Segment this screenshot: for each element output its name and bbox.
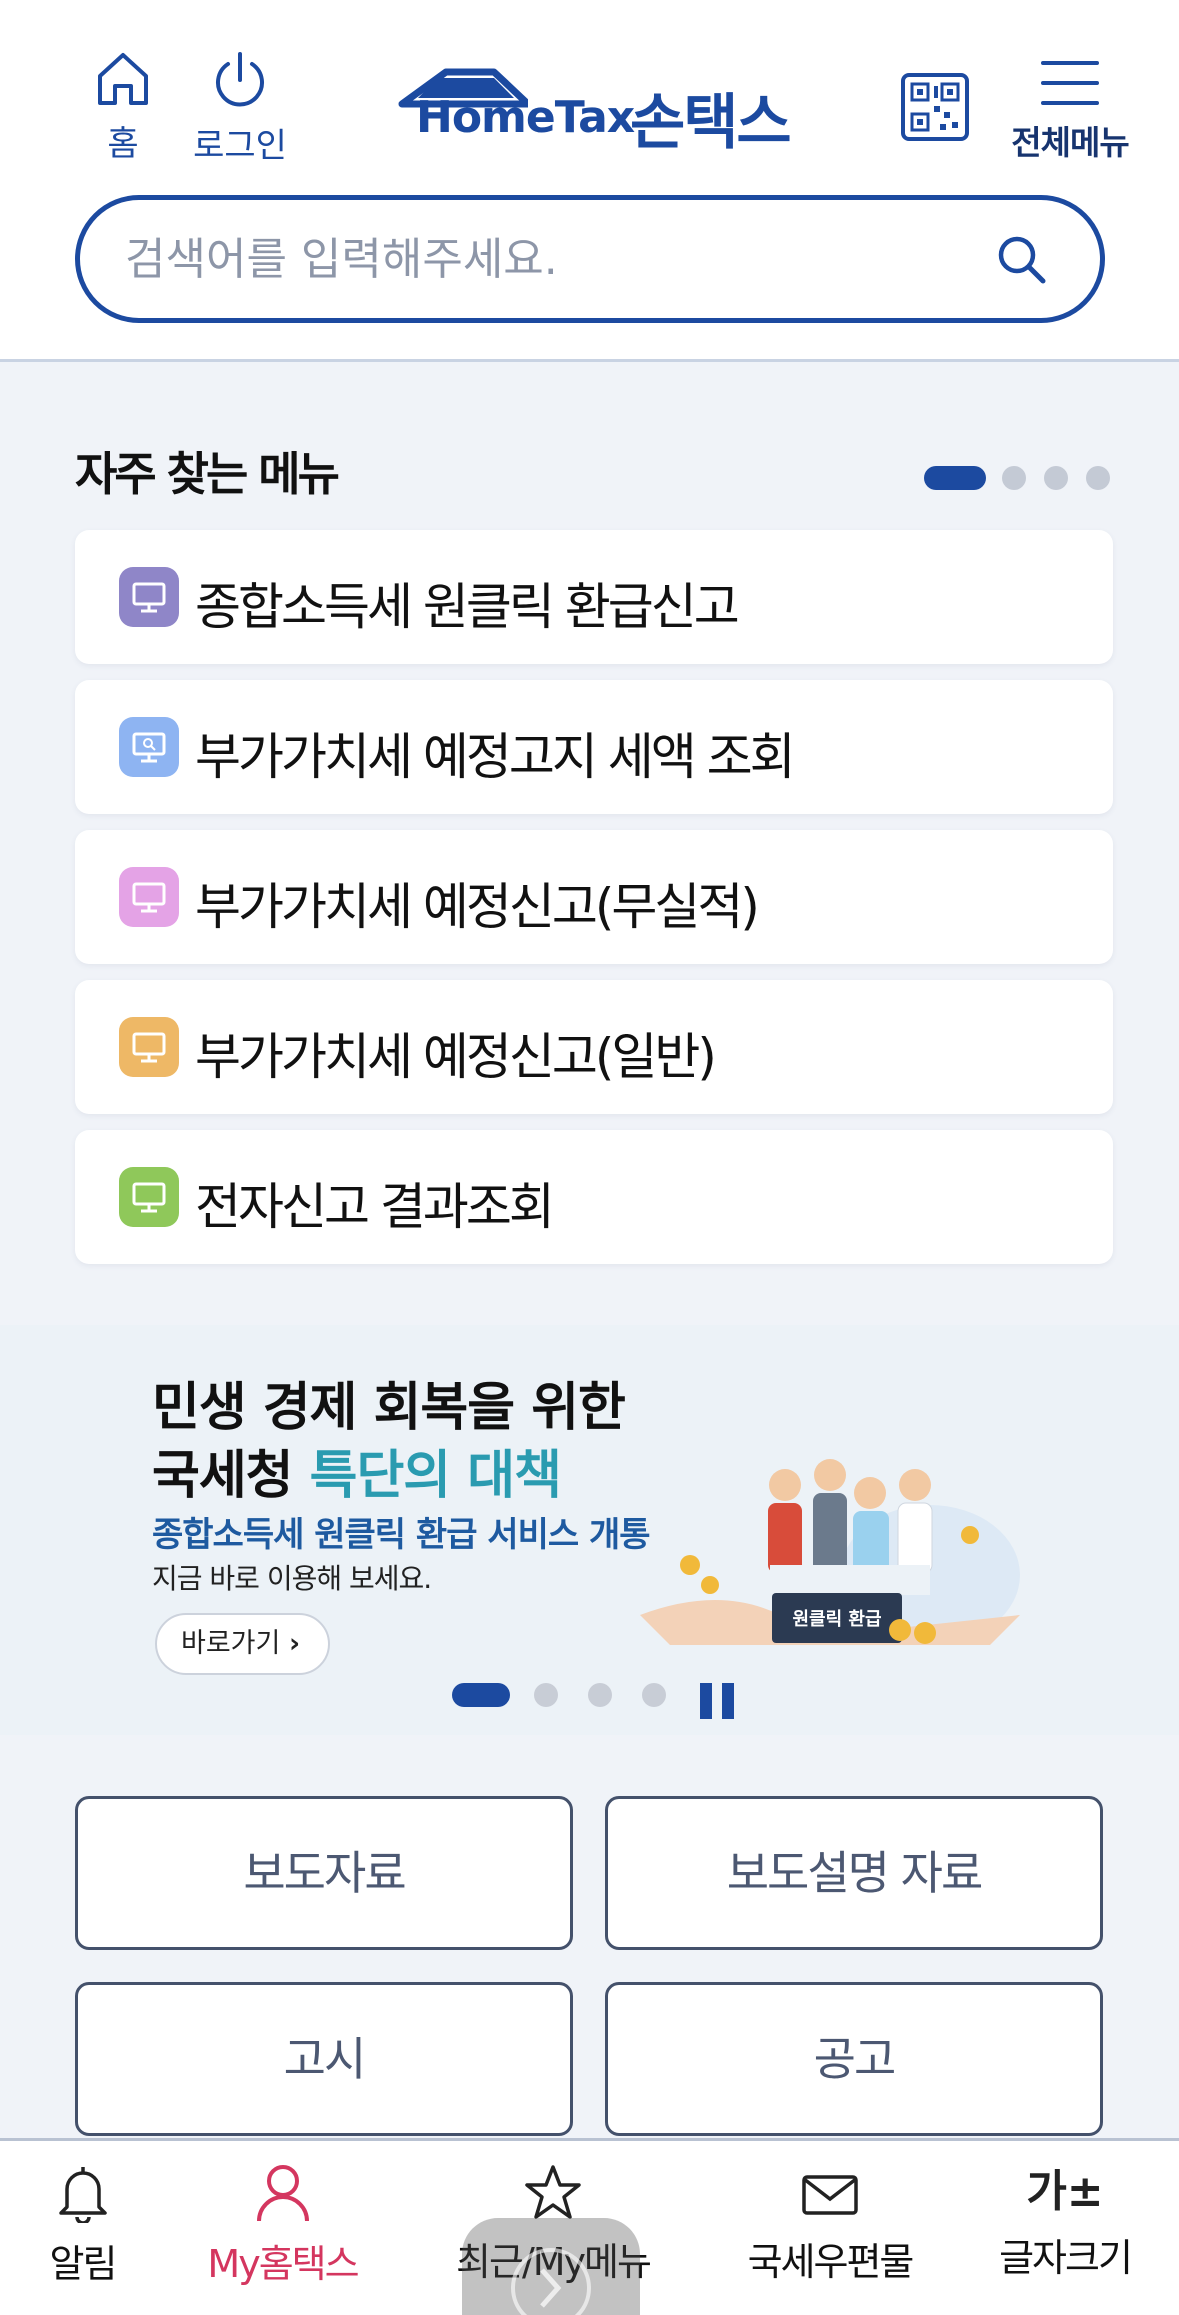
menu-item-income-tax-refund[interactable]: 종합소득세 원클릭 환급신고 [75,530,1113,664]
login-button[interactable]: 로그인 [190,50,290,167]
logo-subtext: 손택스 [630,88,792,158]
promo-banner[interactable]: 민생 경제 회복을 위한 국세청 특단의 대책 종합소득세 원클릭 환급 서비스… [0,1325,1179,1735]
search-bar[interactable] [75,195,1105,323]
frequent-menu-pager [924,466,1114,490]
menu-item-e-filing-result[interactable]: 전자신고 결과조회 [75,1130,1113,1264]
menu-item-label: 부가가치세 예정신고(무실적) [195,878,760,936]
banner-subtitle: 종합소득세 원클릭 환급 서비스 개통 [152,1515,651,1555]
pager-dot[interactable] [588,1683,612,1707]
monitor-icon [119,567,179,627]
banner-headline-2a: 국세청 [152,1446,310,1506]
pager-dot[interactable] [534,1683,558,1707]
home-icon [98,53,148,105]
font-size-icon: 가± [1026,2166,1104,2217]
star-icon [525,2165,581,2219]
press-explanation-button[interactable]: 보도설명 자료 [605,1796,1103,1950]
pager-dot[interactable] [1086,466,1110,490]
pause-icon[interactable] [698,1683,738,1719]
hometax-logo[interactable]: HomeTax 손택스 [398,62,798,158]
nav-item-notifications[interactable]: 알림 [30,2163,135,2288]
menu-item-label: 종합소득세 원클릭 환급신고 [195,578,740,636]
monitor-icon [119,1167,179,1227]
monitor-icon [119,867,179,927]
header: 홈 로그인 HomeTax 손택스 전체메뉴 검색어를 입력해주세요. [0,0,1179,362]
search-icon[interactable] [996,234,1048,286]
frequent-menu-title: 자주 찾는 메뉴 [75,447,340,501]
home-label: 홈 [107,124,139,164]
bell-icon [58,2167,107,2225]
notice-label: 고시 [283,2032,367,2086]
banner-headline-2: 국세청 특단의 대책 [152,1433,562,1508]
pager-dot[interactable] [1044,466,1068,490]
press-explanation-label: 보도설명 자료 [726,1846,984,1900]
press-release-button[interactable]: 보도자료 [75,1796,573,1950]
logo-text: HomeTax [416,92,635,143]
menu-item-label: 부가가치세 예정고지 세액 조회 [195,728,796,786]
pager-dot[interactable] [1002,466,1026,490]
monitor-search-icon [119,717,179,777]
nav-label: 글자크기 [999,2236,1133,2280]
announcement-button[interactable]: 공고 [605,1982,1103,2136]
nav-item-my-hometax[interactable]: My홈택스 [195,2163,370,2288]
announcement-label: 공고 [813,2032,897,2086]
nav-label: 국세우편물 [747,2240,915,2284]
home-button[interactable]: 홈 [88,50,158,165]
chevron-right-icon [511,2248,591,2315]
pager-dot[interactable] [642,1683,666,1707]
menu-item-label: 전자신고 결과조회 [195,1178,555,1236]
qr-code-icon [901,73,969,141]
person-icon [256,2165,309,2222]
all-menu-button[interactable]: 전체메뉴 [1010,58,1130,164]
qr-button[interactable] [900,72,970,142]
nav-label: 알림 [49,2242,118,2286]
nav-item-font-size[interactable]: 가± 글자크기 [985,2163,1145,2282]
chevron-right-icon: › [288,1628,301,1659]
pager-dot[interactable] [924,466,986,490]
menu-item-vat-preliminary-none[interactable]: 부가가치세 예정신고(무실적) [75,830,1113,964]
banner-headline-2b: 특단의 대책 [309,1446,562,1506]
press-release-label: 보도자료 [243,1846,406,1900]
floating-scroll-button[interactable] [462,2218,640,2315]
banner-go-label: 바로가기 [181,1628,281,1659]
power-icon [216,52,264,107]
monitor-icon [119,1017,179,1077]
banner-headline-1: 민생 경제 회복을 위한 [152,1378,626,1438]
banner-go-button[interactable]: 바로가기 › [155,1613,330,1675]
menu-item-vat-notice-inquiry[interactable]: 부가가치세 예정고지 세액 조회 [75,680,1113,814]
nav-label: My홈택스 [207,2242,359,2286]
login-label: 로그인 [193,126,287,166]
menu-item-label: 부가가치세 예정신고(일반) [195,1028,717,1086]
banner-illustration: 원클릭 환급 [640,1459,1020,1645]
all-menu-label: 전체메뉴 [1011,123,1129,162]
envelope-icon [802,2175,858,2215]
search-input[interactable] [125,228,985,290]
nav-item-tax-mail[interactable]: 국세우편물 [735,2163,925,2286]
banner-art-label: 원클릭 환급 [792,1608,881,1630]
banner-description: 지금 바로 이용해 보세요. [152,1562,432,1595]
menu-item-vat-preliminary-general[interactable]: 부가가치세 예정신고(일반) [75,980,1113,1114]
hamburger-menu-icon [1041,61,1099,105]
notice-button[interactable]: 고시 [75,1982,573,2136]
pager-dot[interactable] [452,1683,510,1707]
